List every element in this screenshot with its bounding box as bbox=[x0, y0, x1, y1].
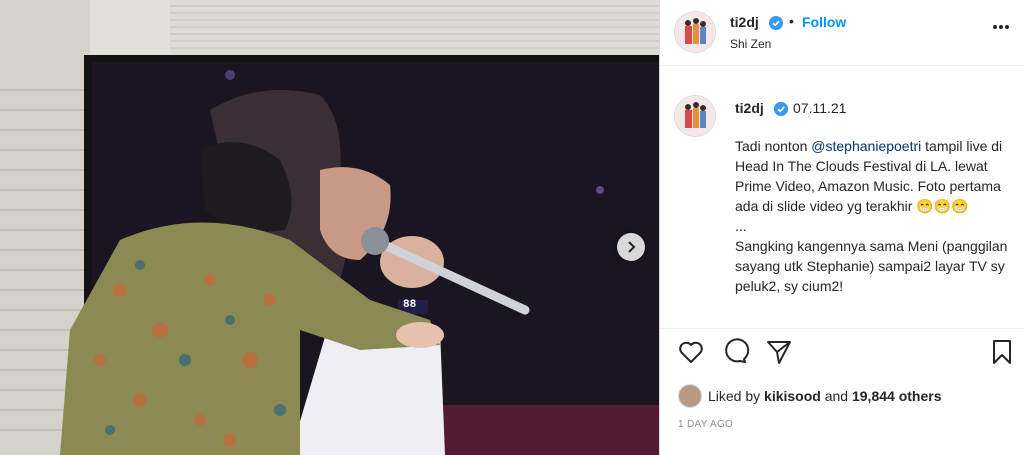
share-icon[interactable] bbox=[764, 337, 794, 367]
caption-date: 07.11.21 bbox=[793, 100, 847, 116]
header-username[interactable]: ti2dj bbox=[730, 14, 759, 30]
caption-emojis: 😁😁😁 bbox=[916, 198, 969, 214]
post-photo bbox=[0, 0, 659, 455]
liker-avatar[interactable] bbox=[678, 384, 702, 408]
mention-link[interactable]: @stephaniepoetri bbox=[811, 138, 921, 154]
verified-badge-icon bbox=[774, 102, 788, 116]
caption-username[interactable]: ti2dj bbox=[735, 100, 764, 116]
more-options-icon[interactable] bbox=[992, 24, 1010, 30]
liked-user-link[interactable]: kikisood bbox=[764, 388, 821, 404]
avatar[interactable] bbox=[674, 11, 716, 53]
verified-badge-icon bbox=[769, 16, 783, 30]
caption-avatar-image bbox=[675, 96, 715, 136]
post-timestamp[interactable]: 1 DAY AGO bbox=[678, 419, 733, 430]
likes-summary: Liked by kikisood and 19,844 others bbox=[678, 384, 941, 408]
next-slide-button[interactable] bbox=[617, 233, 645, 261]
follow-button[interactable]: Follow bbox=[802, 14, 846, 30]
comment-icon[interactable] bbox=[720, 337, 750, 367]
caption-avatar[interactable] bbox=[674, 95, 716, 137]
heart-icon[interactable] bbox=[676, 337, 706, 367]
liked-count-link[interactable]: 19,844 others bbox=[852, 388, 942, 404]
action-bar bbox=[660, 328, 1024, 373]
bookmark-icon[interactable] bbox=[987, 337, 1017, 367]
next-slide-icon bbox=[628, 241, 636, 253]
caption-part-1: Tadi nonton bbox=[735, 138, 812, 154]
caption-text: Tadi nonton @stephaniepoetri tampil live… bbox=[735, 136, 1015, 296]
location-link[interactable]: Shi Zen bbox=[730, 37, 771, 51]
avatar-image bbox=[675, 12, 715, 52]
header-separator: • bbox=[789, 13, 794, 29]
post-header: ti2dj • Follow Shi Zen bbox=[660, 0, 1024, 66]
liked-prefix: Liked by bbox=[708, 388, 765, 404]
post-media[interactable]: 88 bbox=[0, 0, 659, 455]
liked-mid: and bbox=[820, 388, 852, 404]
watch-display: 88 bbox=[403, 299, 417, 311]
post-panel: ti2dj • Follow Shi Zen ti2dj 07.11.21 Ta… bbox=[659, 0, 1024, 455]
caption-part-3: ... Sangking kangennya sama Meni (panggi… bbox=[735, 218, 1008, 294]
